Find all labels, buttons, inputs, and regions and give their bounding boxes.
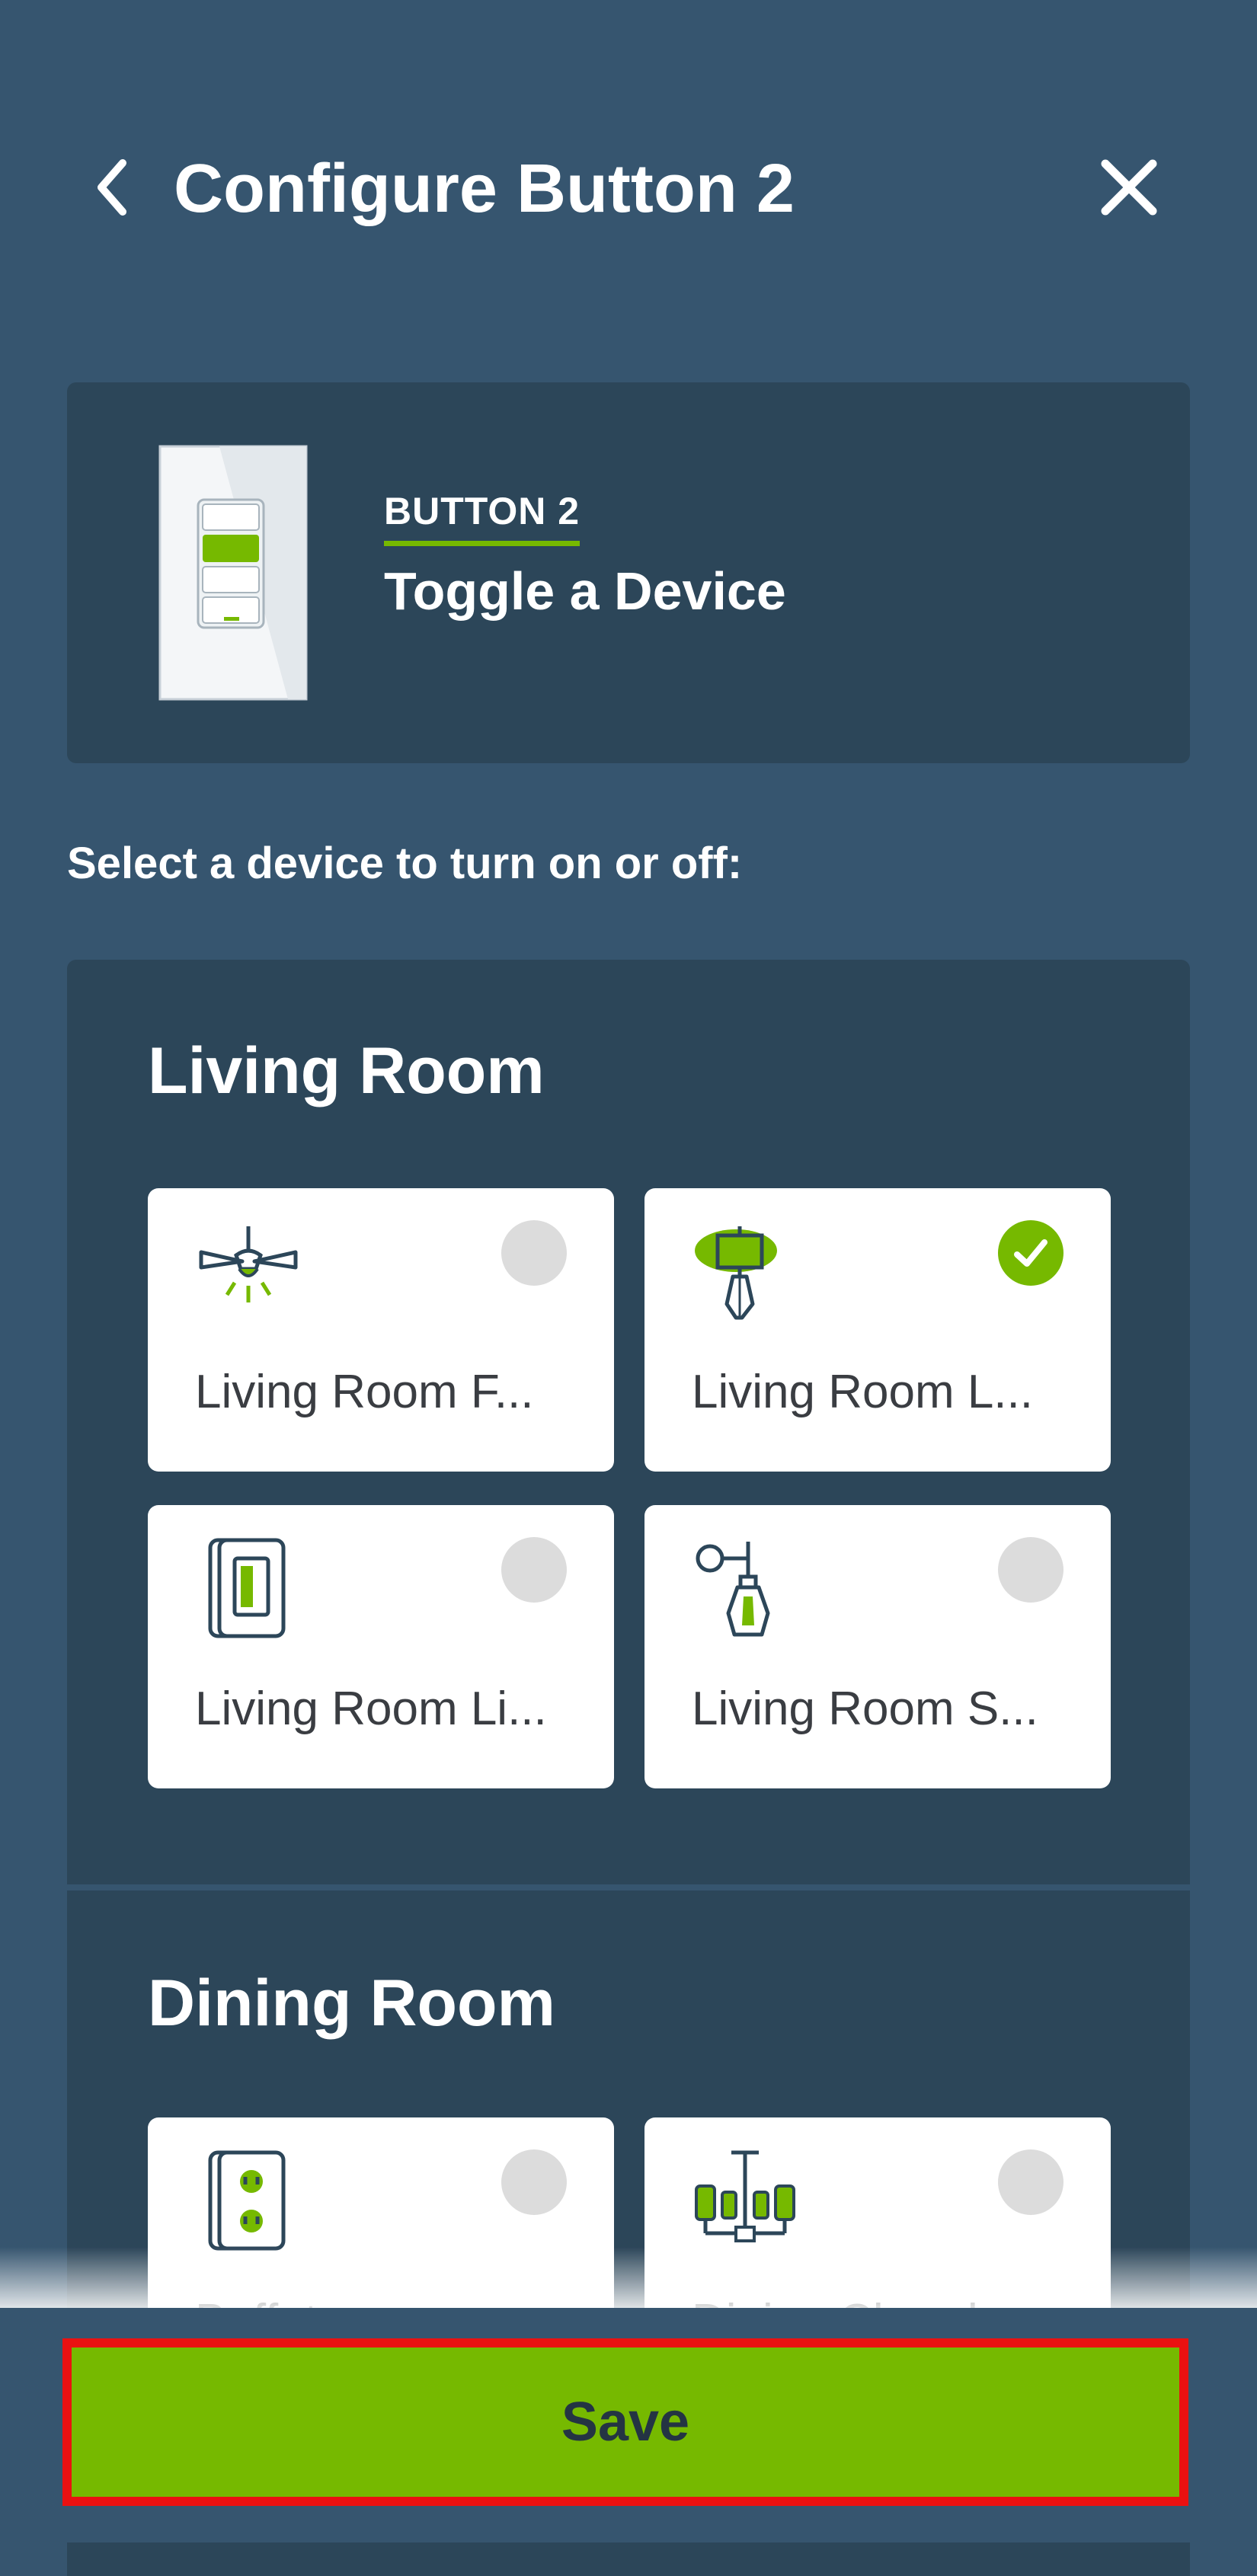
device-name: Living Room Li... — [195, 1683, 547, 1735]
device-name: Living Room S... — [692, 1683, 1038, 1735]
table-lamp-icon — [695, 1226, 777, 1320]
device-card[interactable]: Living Room L... — [644, 1188, 1111, 1472]
radio-unselected[interactable] — [501, 1537, 567, 1603]
ceiling-fan-light-icon — [199, 1226, 298, 1302]
room-title: Dining Room — [148, 1967, 556, 2040]
room-section-living-room: Living Room Living Room F... Living Room… — [67, 960, 1190, 1884]
light-switch-icon — [208, 1538, 286, 1638]
device-name: Living Room L... — [692, 1366, 1033, 1418]
chevron-left-icon — [98, 159, 126, 216]
save-button[interactable]: Save — [62, 2338, 1188, 2506]
radio-unselected[interactable] — [998, 1537, 1063, 1603]
radio-unselected[interactable] — [998, 2149, 1063, 2215]
device-name: Living Room F... — [195, 1366, 534, 1418]
outlet-icon — [208, 2150, 286, 2251]
wall-sconce-icon — [696, 1542, 770, 1637]
button-action: Toggle a Device — [384, 561, 786, 621]
radio-unselected[interactable] — [501, 2149, 567, 2215]
instruction-text: Select a device to turn on or off: — [67, 839, 743, 888]
page-title: Configure Button 2 — [174, 151, 795, 227]
keypad-switch-image — [158, 445, 308, 701]
close-button[interactable] — [1094, 149, 1164, 225]
room-title: Living Room — [148, 1034, 545, 1107]
checkmark-icon — [1014, 1239, 1048, 1267]
chandelier-icon — [695, 2150, 795, 2242]
back-button[interactable] — [85, 149, 140, 225]
device-card[interactable]: Living Room Li... — [148, 1505, 614, 1788]
radio-selected[interactable] — [998, 1220, 1063, 1286]
close-icon — [1101, 159, 1157, 216]
device-card[interactable]: Living Room F... — [148, 1188, 614, 1472]
radio-unselected[interactable] — [501, 1220, 567, 1286]
device-card[interactable]: Living Room S... — [644, 1505, 1111, 1788]
save-button-label: Save — [561, 2392, 690, 2453]
header: Configure Button 2 — [0, 0, 1257, 320]
button-label: BUTTON 2 — [384, 489, 581, 546]
button-summary-card: BUTTON 2 Toggle a Device — [67, 382, 1190, 763]
